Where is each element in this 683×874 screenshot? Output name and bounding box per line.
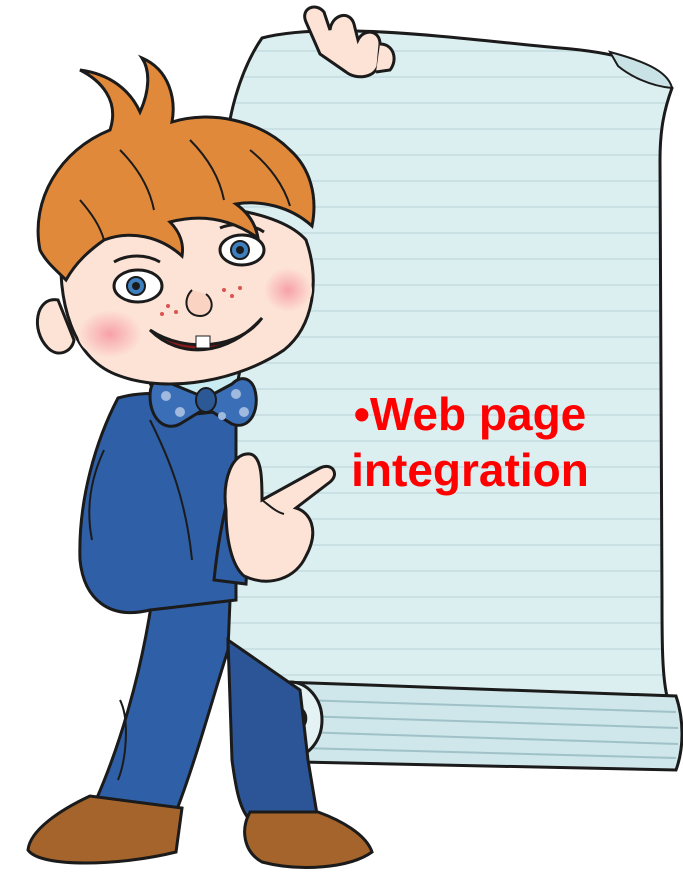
scroll-bottom-roll (250, 680, 683, 772)
boy-shoes (26, 794, 374, 869)
scroll-paper (224, 29, 674, 702)
bullet-line-1: •Web page (353, 388, 587, 440)
bullet-line-2: integration (351, 444, 589, 496)
scroll-text: •Web page integration (320, 386, 620, 498)
